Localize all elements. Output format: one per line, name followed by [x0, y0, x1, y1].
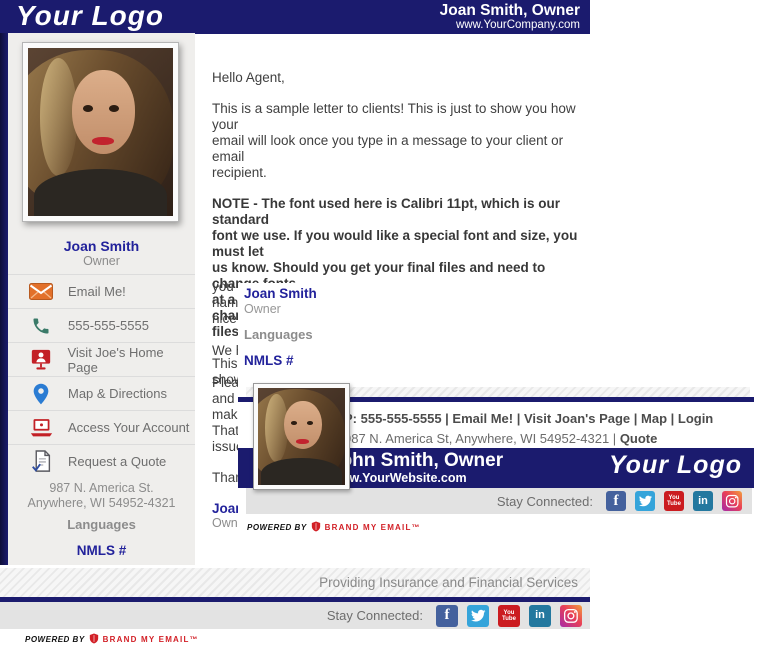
quote-doc-icon	[28, 450, 54, 474]
nmls-label[interactable]: NMLS #	[8, 543, 195, 558]
facebook-icon[interactable]: f	[606, 491, 626, 511]
envelope-icon	[28, 280, 54, 304]
agent-title: Owner	[8, 254, 195, 268]
header-website[interactable]: www.YourCompany.com	[440, 19, 580, 32]
footer-powered-by: POWERED BY BRAND MY EMAIL™	[25, 633, 199, 646]
stay-connected-label: Stay Connected:	[497, 494, 593, 509]
letter-paragraph: This is a sample letter to clients! This…	[212, 101, 584, 181]
sidebar-item-label: Visit Joe's Home Page	[67, 345, 195, 375]
signature-preview-overlay: Joan Smith Owner Languages NMLS # P: 555…	[238, 283, 755, 534]
sidebar: Joan Smith Owner Email Me! 555-555-5555 Vi…	[8, 33, 195, 565]
overlay-owner-name: John Smith, Owner	[330, 450, 503, 472]
homepage-icon	[28, 348, 53, 372]
sidebar-item-visit-joe-s-home-page[interactable]: Visit Joe's Home Page	[8, 342, 195, 376]
languages-label[interactable]: Languages	[8, 517, 195, 532]
linkedin-icon[interactable]: in	[693, 491, 713, 511]
overlay-website[interactable]: www.YourWebsite.com	[330, 471, 467, 485]
overlay-portrait-image	[258, 388, 345, 485]
letter-text-fragment: That	[212, 423, 239, 438]
sidebar-item-label: Map & Directions	[68, 386, 167, 401]
agent-portrait-image	[28, 48, 173, 216]
header-owner-name: Joan Smith, Owner	[440, 2, 580, 19]
sidebar-item-label: Request a Quote	[68, 454, 166, 469]
sidebar-item-request-a-quote[interactable]: Request a Quote	[8, 444, 195, 478]
stay-connected-label: Stay Connected:	[327, 608, 423, 623]
company-logo: Your Logo	[16, 0, 164, 32]
agent-photo	[22, 42, 179, 222]
brand-shield-icon	[311, 521, 321, 534]
twitter-icon[interactable]	[635, 491, 655, 511]
laptop-icon	[28, 416, 54, 440]
sidebar-item-label: Access Your Account	[68, 420, 189, 435]
sidebar-menu: Email Me! 555-555-5555 Visit Joe's Home Pa…	[8, 274, 195, 478]
tagline-bar: Providing Insurance and Financial Servic…	[0, 568, 590, 597]
overlay-company-logo: Your Logo	[609, 451, 742, 480]
instagram-icon[interactable]	[722, 491, 742, 511]
linkedin-icon[interactable]: in	[529, 605, 551, 627]
overlay-powered-by: POWERED BY BRAND MY EMAIL™	[247, 521, 421, 534]
sidebar-item-555-555-5555[interactable]: 555-555-5555	[8, 308, 195, 342]
youtube-icon[interactable]: YouTube	[664, 491, 684, 511]
phone-icon	[28, 314, 54, 338]
overlay-agent-photo	[253, 383, 350, 490]
twitter-icon[interactable]	[467, 605, 489, 627]
overlay-social-bar: Stay Connected: f YouTube in	[246, 488, 752, 514]
facebook-icon[interactable]: f	[436, 605, 458, 627]
brand-shield-icon	[89, 633, 99, 646]
contact-links-row[interactable]: P: 555-555-5555 | Email Me! | Visit Joan…	[344, 409, 713, 429]
sidebar-item-email-me[interactable]: Email Me!	[8, 274, 195, 308]
contact-address-row[interactable]: 987 N. America St, Anywhere, WI 54952-43…	[344, 429, 713, 449]
sidebar-item-access-your-account[interactable]: Access Your Account	[8, 410, 195, 444]
sidebar-item-map-directions[interactable]: Map & Directions	[8, 376, 195, 410]
overlay-nmls-label[interactable]: NMLS #	[244, 353, 294, 368]
sidebar-item-label: 555-555-5555	[68, 318, 149, 333]
instagram-icon[interactable]	[560, 605, 582, 627]
overlay-agent-name: Joan Smith	[244, 286, 317, 301]
overlay-agent-title: Owner	[244, 302, 281, 316]
letter-greeting: Hello Agent,	[212, 70, 584, 86]
overlay-languages-label[interactable]: Languages	[244, 327, 313, 342]
agent-address: 987 N. America St. Anywhere, WI 54952-43…	[8, 481, 195, 511]
tagline-text: Providing Insurance and Financial Servic…	[319, 575, 578, 590]
youtube-icon[interactable]: YouTube	[498, 605, 520, 627]
footer-social-bar: Stay Connected: f YouTube in	[0, 602, 590, 629]
agent-name: Joan Smith	[8, 238, 195, 254]
letter-text-fragment: nice	[212, 311, 237, 326]
sidebar-accent-strip	[0, 33, 8, 565]
overlay-contact-links: P: 555-555-5555 | Email Me! | Visit Joan…	[344, 409, 713, 449]
email-template-preview: Your Logo Joan Smith, Owner www.YourComp…	[0, 0, 763, 649]
header-bar: Your Logo Joan Smith, Owner www.YourComp…	[0, 0, 590, 34]
map-pin-icon	[28, 382, 54, 406]
sidebar-item-label: Email Me!	[68, 284, 126, 299]
